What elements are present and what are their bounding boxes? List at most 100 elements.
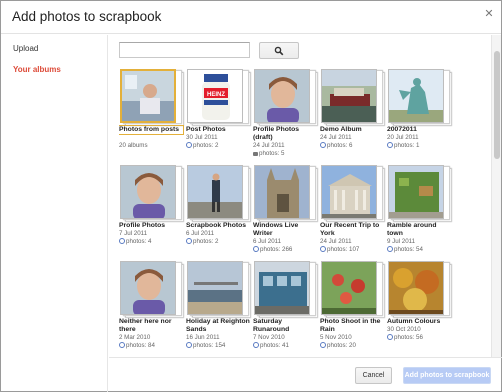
album-count-text: photos: 2	[193, 142, 219, 149]
photos-icon	[186, 142, 192, 148]
album-card[interactable]: Scrapbook Photos 6 Jul 2011 photos: 2	[186, 163, 252, 259]
album-date: 6 Jul 2011	[186, 230, 215, 237]
album-count-text: photos: 20	[327, 342, 356, 349]
album-card[interactable]: Saturday Runaround 7 Nov 2010 photos: 41	[253, 259, 319, 355]
album-card[interactable]: 20072011 20 Jul 2011 photos: 1	[387, 67, 453, 163]
album-date: 24 Jul 2011	[320, 238, 352, 245]
album-name: Autumn Colours	[387, 318, 441, 325]
album-date: 24 Jul 2011	[320, 134, 352, 141]
search-button[interactable]	[259, 42, 299, 59]
photos-icon	[387, 334, 393, 340]
photos-icon	[320, 342, 326, 348]
album-thumbnail-stack	[254, 165, 318, 222]
album-cover-photo: HEINZ	[187, 69, 243, 123]
photos-icon	[387, 142, 393, 148]
album-card[interactable]: Photos from posts 20 albums	[119, 67, 185, 163]
album-name: Profile Photos	[119, 222, 166, 229]
sidebar-item-upload[interactable]: Upload	[13, 44, 38, 53]
album-count-text: photos: 2	[193, 238, 219, 245]
album-thumbnail-stack: HEINZ	[187, 69, 251, 126]
album-thumbnail-stack	[187, 165, 251, 222]
scrollbar-thumb[interactable]	[494, 51, 500, 159]
album-count-text: photos: 41	[260, 342, 289, 349]
scrollbar[interactable]	[491, 35, 501, 357]
album-date: 9 Jul 2011	[387, 238, 416, 245]
album-count: photos: 266	[253, 246, 317, 254]
album-cover-photo	[388, 69, 444, 123]
album-card[interactable]: HEINZ Post Photos 30 Jul 2011 photos: 2	[186, 67, 252, 163]
album-thumbnail-stack	[388, 261, 452, 318]
svg-text:HEINZ: HEINZ	[207, 92, 225, 98]
album-thumbnail-stack	[120, 165, 184, 222]
album-cover-photo	[321, 69, 377, 123]
album-date: 24 Jul 2011	[253, 142, 285, 149]
dialog-footer: Cancel Add photos to scrapbook	[109, 357, 502, 392]
album-name: Photo Shoot in the Rain	[320, 318, 381, 333]
album-card[interactable]: Photo Shoot in the Rain 5 Nov 2010 photos:…	[320, 259, 386, 355]
album-cover-photo	[254, 261, 310, 315]
lock-icon	[253, 152, 258, 156]
photos-icon	[320, 142, 326, 148]
album-count-text: photos: 107	[327, 246, 360, 253]
album-card[interactable]: Windows Live Writer 6 Jul 2011 photos: 266	[253, 163, 319, 259]
album-date: 7 Jul 2011	[119, 230, 148, 237]
album-thumbnail-stack	[254, 261, 318, 318]
album-name: Photos from posts	[119, 125, 184, 135]
album-browser: Photos from posts 20 albums HEINZ Post Phot…	[109, 35, 502, 357]
sidebar-item-your-albums[interactable]: Your albums	[13, 65, 61, 74]
album-card[interactable]: Autumn Colours 30 Oct 2010 photos: 56	[387, 259, 453, 355]
album-cover-photo	[388, 165, 444, 219]
album-count: 20 albums	[119, 142, 183, 150]
album-card[interactable]: Neither here nor there 2 Mar 2010 photos: …	[119, 259, 185, 355]
album-date: 5 Nov 2010	[320, 334, 352, 341]
album-card[interactable]: Profile Photos 7 Jul 2011 photos: 4	[119, 163, 185, 259]
album-card[interactable]: Our Recent Trip to York 24 Jul 2011 photos…	[320, 163, 386, 259]
album-card[interactable]: Demo Album 24 Jul 2011 photos: 6	[320, 67, 386, 163]
album-thumbnail-stack	[321, 261, 385, 318]
album-count: photos: 2	[186, 142, 250, 150]
album-cover-photo	[254, 165, 310, 219]
album-count: photos: 54	[387, 246, 451, 254]
add-photos-button[interactable]: Add photos to scrapbook	[403, 367, 491, 384]
album-card[interactable]: Holiday at Reighton Sands 16 Jun 2011 phot…	[186, 259, 252, 355]
album-grid: Photos from posts 20 albums HEINZ Post Phot…	[119, 67, 489, 357]
close-icon[interactable]: ✕	[483, 8, 495, 20]
album-count: photos: 4	[119, 238, 183, 246]
album-count-text: photos: 4	[126, 238, 152, 245]
album-count-text: photos: 54	[394, 246, 423, 253]
album-cover-photo	[254, 69, 310, 123]
album-thumbnail-stack	[120, 69, 184, 126]
album-date: 6 Jul 2011	[253, 238, 282, 245]
album-count-text: photos: 6	[327, 142, 353, 149]
photos-icon	[119, 238, 125, 244]
search-input[interactable]	[119, 42, 250, 58]
album-cover-photo	[321, 261, 377, 315]
album-thumbnail-stack	[254, 69, 318, 126]
album-name: Ramble around town	[387, 222, 437, 237]
cancel-button[interactable]: Cancel	[355, 367, 392, 384]
album-count-text: photos: 5	[259, 150, 285, 157]
album-name: Saturday Runaround	[253, 318, 290, 333]
album-cover-photo	[120, 261, 176, 315]
album-card[interactable]: Profile Photos (draft) 24 Jul 2011 photos:…	[253, 67, 319, 163]
album-thumbnail-stack	[321, 69, 385, 126]
search-icon	[274, 46, 284, 56]
photos-icon	[320, 246, 326, 252]
album-date: 16 Jun 2011	[186, 334, 220, 341]
album-name: Neither here nor there	[119, 318, 172, 333]
album-count: photos: 84	[119, 342, 183, 350]
album-count: photos: 2	[186, 238, 250, 246]
album-name: Post Photos	[186, 126, 226, 133]
album-date: 20 Jul 2011	[387, 134, 419, 141]
album-count: photos: 5	[253, 150, 317, 158]
album-name: Profile Photos (draft)	[253, 126, 300, 141]
album-card[interactable]: Ramble around town 9 Jul 2011 photos: 54	[387, 163, 453, 259]
photos-icon	[253, 246, 259, 252]
photos-icon	[186, 238, 192, 244]
album-cover-photo	[388, 261, 444, 315]
album-name: Scrapbook Photos	[186, 222, 247, 229]
photos-icon	[186, 342, 192, 348]
album-date: 30 Jul 2011	[186, 134, 218, 141]
album-cover-photo	[321, 165, 377, 219]
album-count: photos: 107	[320, 246, 384, 254]
